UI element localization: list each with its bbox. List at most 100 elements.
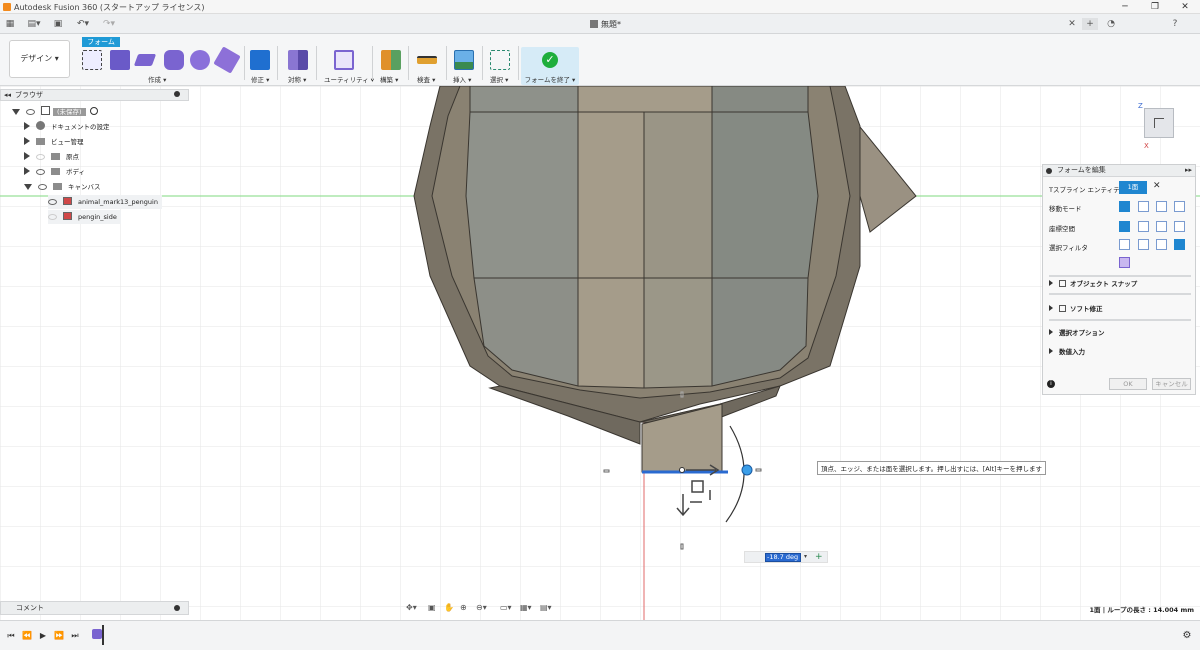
- browser-item-canvas[interactable]: キャンバス: [24, 180, 101, 194]
- create-form-box-icon[interactable]: [82, 50, 102, 70]
- zoom-icon[interactable]: ⊕: [460, 603, 467, 612]
- close-tab-icon[interactable]: ✕: [1066, 18, 1078, 30]
- visibility-eye-icon[interactable]: [48, 199, 57, 205]
- section-object-snap[interactable]: オブジェクト スナップ: [1049, 278, 1137, 288]
- section-soft-modify[interactable]: ソフト修正: [1049, 303, 1103, 313]
- canvas-item-penguin[interactable]: animal_mark13_penguin: [48, 195, 162, 209]
- look-at-icon[interactable]: ▣: [428, 603, 436, 612]
- timeline-play-icon[interactable]: ▶: [38, 631, 48, 641]
- move-mode-rotate-icon[interactable]: [1156, 201, 1167, 212]
- box-primitive-icon[interactable]: [110, 50, 130, 70]
- workspace-switcher-button[interactable]: デザイン ▾: [9, 40, 70, 78]
- help-icon[interactable]: ?: [1168, 18, 1182, 30]
- cylinder-primitive-icon[interactable]: [164, 50, 184, 70]
- expand-arrow-icon[interactable]: [24, 122, 30, 130]
- filter-vertex-icon[interactable]: [1119, 239, 1130, 250]
- browser-header[interactable]: ◂◂ ブラウザ: [0, 89, 189, 101]
- move-mode-scale-icon[interactable]: [1174, 201, 1185, 212]
- document-tab[interactable]: 無題*: [590, 19, 621, 30]
- move-mode-multi-icon[interactable]: [1119, 201, 1130, 212]
- history-clock-icon[interactable]: ◔: [1104, 18, 1118, 30]
- plane-primitive-icon[interactable]: [133, 54, 157, 66]
- face-center-right-upper[interactable]: [643, 111, 713, 279]
- angle-input-field[interactable]: [765, 553, 801, 562]
- expand-arrow-icon[interactable]: [12, 109, 20, 115]
- info-icon[interactable]: i: [1047, 380, 1055, 388]
- checkbox-icon[interactable]: [1059, 280, 1066, 287]
- file-menu-icon[interactable]: ▤▾: [24, 18, 44, 30]
- zoom-window-icon[interactable]: ⊖▾: [476, 603, 487, 612]
- restore-icon[interactable]: ❐: [1140, 0, 1170, 14]
- canvas-item-side[interactable]: pengin_side: [48, 210, 121, 224]
- timeline-prev-icon[interactable]: ⏪: [22, 631, 32, 641]
- timeline-settings-gear-icon[interactable]: ⚙: [1182, 631, 1192, 641]
- visibility-eye-icon[interactable]: [36, 169, 45, 175]
- ok-button[interactable]: OK: [1109, 378, 1147, 390]
- pan-hand-icon[interactable]: ✋: [444, 603, 454, 612]
- cancel-button[interactable]: キャンセル: [1152, 378, 1191, 390]
- face-top-right[interactable]: [711, 86, 809, 113]
- coord-parent-icon[interactable]: [1174, 221, 1185, 232]
- coord-view-icon[interactable]: [1138, 221, 1149, 232]
- timeline-next-icon[interactable]: ⏩: [54, 631, 64, 641]
- utility-icon[interactable]: [334, 50, 354, 70]
- viewcube[interactable]: Z X: [1138, 102, 1180, 150]
- timeline-form-feature-icon[interactable]: [92, 629, 102, 639]
- undo-icon[interactable]: ↶▾: [72, 18, 94, 30]
- section-numeric-input[interactable]: 数値入力: [1049, 346, 1085, 356]
- new-tab-icon[interactable]: +: [1082, 18, 1098, 30]
- face-left-upper[interactable]: [465, 111, 579, 279]
- timeline-end-icon[interactable]: ⏭: [70, 631, 80, 641]
- construct-group-label[interactable]: 構築 ▾: [380, 74, 398, 84]
- filter-body-icon[interactable]: [1119, 257, 1130, 268]
- close-window-icon[interactable]: ✕: [1170, 0, 1200, 14]
- measure-icon[interactable]: [417, 56, 437, 64]
- minimize-icon[interactable]: ─: [1110, 0, 1140, 14]
- clear-selection-icon[interactable]: ✕: [1153, 181, 1161, 191]
- orbit-icon[interactable]: ✥▾: [406, 603, 417, 612]
- rotate-handle-dot[interactable]: [741, 464, 753, 476]
- face-center-left-upper[interactable]: [577, 111, 645, 279]
- utility-group-label[interactable]: ユーティリティ ▾: [324, 74, 374, 84]
- face-top-left[interactable]: [469, 86, 579, 113]
- modify-group-label[interactable]: 修正 ▾: [251, 74, 269, 84]
- finish-form-button[interactable]: ✓ フォームを終了 ▾: [521, 47, 579, 85]
- select-cursor-icon[interactable]: [490, 50, 510, 70]
- timeline-marker[interactable]: [102, 625, 104, 645]
- expand-arrow-icon[interactable]: [24, 137, 30, 145]
- edit-form-icon[interactable]: [250, 50, 270, 70]
- save-icon[interactable]: ▣: [52, 18, 64, 30]
- expand-panel-icon[interactable]: ▸▸: [1185, 165, 1192, 176]
- browser-root-item[interactable]: (未保存): [12, 105, 98, 119]
- expand-arrow-icon[interactable]: [24, 184, 32, 190]
- display-settings-icon[interactable]: ▭▾: [500, 603, 512, 612]
- checkbox-icon[interactable]: [1059, 305, 1066, 312]
- visibility-eye-icon[interactable]: [26, 109, 35, 115]
- symmetry-icon[interactable]: [288, 50, 308, 70]
- visibility-eye-icon[interactable]: [36, 154, 45, 160]
- construct-plane-icon[interactable]: [381, 50, 401, 70]
- grid-settings-icon[interactable]: ▦▾: [520, 603, 532, 612]
- timeline-start-icon[interactable]: ⏮: [6, 631, 16, 641]
- entity-face-button[interactable]: 1面: [1119, 181, 1147, 194]
- collapse-panel-icon[interactable]: ◂◂: [4, 90, 11, 100]
- select-group-label[interactable]: 選択 ▾: [490, 74, 508, 84]
- browser-item-origin[interactable]: 原点: [24, 150, 79, 164]
- activate-radio-icon[interactable]: [89, 107, 98, 115]
- symmetry-group-label[interactable]: 対称 ▾: [288, 74, 306, 84]
- face-center-left-lower[interactable]: [577, 277, 645, 389]
- filter-edge-icon[interactable]: [1138, 239, 1149, 250]
- move-mode-translate-icon[interactable]: [1138, 201, 1149, 212]
- comments-panel[interactable]: コメント: [0, 601, 189, 615]
- edit-form-header[interactable]: フォームを編集 ▸▸: [1043, 165, 1195, 177]
- face-right-upper[interactable]: [711, 111, 819, 279]
- angle-dropdown-icon[interactable]: ▾: [804, 553, 807, 560]
- face-primitive-icon[interactable]: [213, 46, 241, 74]
- viewports-icon[interactable]: ▤▾: [540, 603, 552, 612]
- center-pivot-dot[interactable]: [679, 467, 685, 473]
- create-group-label[interactable]: 作成 ▾: [148, 74, 166, 84]
- app-grid-icon[interactable]: ▦: [4, 18, 16, 30]
- add-value-icon[interactable]: +: [815, 552, 823, 562]
- filter-all-icon[interactable]: [1174, 239, 1185, 250]
- expand-arrow-icon[interactable]: [24, 152, 30, 160]
